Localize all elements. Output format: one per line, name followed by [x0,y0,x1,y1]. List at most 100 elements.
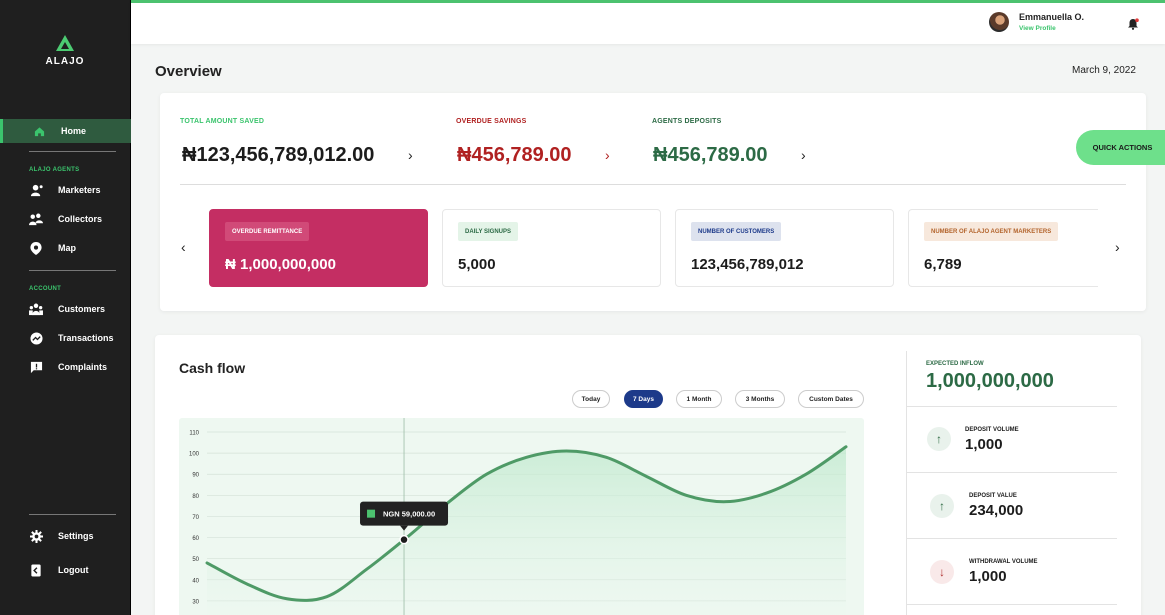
deposit-value-value: 234,000 [969,502,1024,519]
y-tick-label: 40 [192,578,199,584]
sidebar-item-home[interactable]: Home [0,119,131,143]
card-tag: NUMBER OF ALAJO AGENT MARKETERS [924,222,1059,241]
card-value: 5,000 [458,256,496,273]
home-icon [32,124,46,138]
card-daily-signups[interactable]: DAILY SIGNUPS 5,000 [442,209,661,287]
card-value: ₦ 1,000,000,000 [225,256,336,273]
deposit-value-label: DEPOSIT VALUE [969,493,1017,499]
kpi-label-agents-deposits: AGENTS DEPOSITS [652,118,722,125]
chevron-right-icon[interactable]: › [605,147,610,163]
range-custom-dates[interactable]: Custom Dates [798,390,864,408]
sidebar-item-label: Home [61,126,87,136]
sidebar-item-customers[interactable]: Customers [0,297,131,321]
kpi-value-total-saved: ₦123,456,789,012.00 [182,144,375,166]
chevron-right-icon[interactable]: › [408,147,413,163]
sidebar-item-label: Transactions [58,333,114,343]
sidebar-item-marketers[interactable]: Marketers [0,178,131,202]
quick-actions-button[interactable]: QUICK ACTIONS [1076,130,1165,165]
sidebar-item-label: Map [58,243,76,253]
user-name: Emmanuella O. [1019,12,1085,22]
divider [29,151,116,152]
highlight-point[interactable] [399,534,409,545]
divider [29,514,116,515]
cash-flow-chart-svg: 1101009080706050403020 NGN 59,000.00 [189,418,848,615]
kpi-value-agents-deposits: ₦456,789.00 [653,144,768,166]
divider [180,184,1126,185]
card-overdue-remittance[interactable]: OVERDUE REMITTANCE ₦ 1,000,000,000 [209,209,428,287]
arrow-up-icon: ↑ [927,427,951,451]
kpi-label-overdue-savings: OVERDUE SAVINGS [456,118,527,125]
sidebar-item-settings[interactable]: Settings [0,524,131,548]
divider [906,472,1117,473]
kpi-value-overdue-savings: ₦456,789.00 [457,144,572,166]
gear-icon [29,529,43,543]
range-7-days[interactable]: 7 Days [624,390,663,408]
y-tick-label: 100 [189,452,200,458]
message-alert-icon [29,360,43,374]
card-tag: NUMBER OF CUSTOMERS [691,222,782,241]
chevron-right-icon[interactable]: › [1115,239,1120,255]
top-bar: Emmanuella O. View Profile [131,0,1165,44]
sidebar: ALAJO Home ALAJO AGENTS Marketers Collec… [0,0,131,615]
deposit-volume-value: 1,000 [965,436,1003,453]
section-title-agents: ALAJO AGENTS [29,167,80,173]
sidebar-item-label: Customers [58,304,106,314]
withdrawal-volume-label: WITHDRAWAL VOLUME [969,559,1038,565]
leaf-drop-icon [56,35,74,51]
sidebar-item-label: Settings [58,531,94,541]
divider [906,604,1117,605]
kpi-label-total-saved: TOTAL AMOUNT SAVED [180,118,265,125]
card-value: 123,456,789,012 [691,256,804,273]
expected-inflow-value: 1,000,000,000 [926,370,1054,392]
chevron-left-icon[interactable]: ‹ [181,239,186,255]
card-tag: OVERDUE REMITTANCE [225,222,310,241]
sidebar-item-collectors[interactable]: Collectors [0,207,131,231]
cash-flow-chart: 1101009080706050403020 NGN 59,000.00 [179,418,864,615]
y-tick-label: 110 [189,431,199,437]
chevron-right-icon[interactable]: › [801,147,806,163]
expected-inflow-label: EXPECTED INFLOW [926,361,984,367]
y-tick-label: 70 [192,515,199,521]
divider [906,538,1117,539]
customers-icon [29,302,43,316]
group-icon [29,212,43,226]
card-alajo-agent-marketers[interactable]: NUMBER OF ALAJO AGENT MARKETERS 6,789 [908,209,1098,287]
arrow-up-icon: ↑ [930,494,954,518]
avatar[interactable] [989,12,1009,32]
bell-icon[interactable] [1127,17,1139,30]
user-icon [29,183,43,197]
range-today[interactable]: Today [572,390,610,408]
card-number-of-customers[interactable]: NUMBER OF CUSTOMERS 123,456,789,012 [675,209,894,287]
y-tick-label: 90 [192,473,199,479]
tooltip-value: NGN 59,000.00 [383,510,435,519]
y-tick-label: 30 [192,599,199,605]
sidebar-item-label: Complaints [58,362,108,372]
divider [906,351,907,615]
divider [906,406,1117,407]
cash-flow-area [207,446,846,615]
sidebar-item-label: Marketers [58,185,101,195]
sidebar-item-logout[interactable]: Logout [0,558,131,582]
logout-icon [29,563,43,577]
page-title: Overview [155,63,222,80]
divider [29,270,116,271]
sidebar-item-map[interactable]: Map [0,236,131,260]
arrow-down-icon: ↓ [930,560,954,584]
section-title-account: ACCOUNT [29,286,62,292]
y-tick-label: 60 [192,536,199,542]
sidebar-item-transactions[interactable]: Transactions [0,326,131,350]
cash-flow-card: Cash flow Today 7 Days 1 Month 3 Months … [155,335,1141,615]
card-tag: DAILY SIGNUPS [458,222,519,241]
deposit-volume-label: DEPOSIT VOLUME [965,427,1019,433]
view-profile-link[interactable]: View Profile [1019,25,1056,32]
card-value: 6,789 [924,256,962,273]
brand-name: ALAJO [45,56,85,67]
sidebar-item-label: Collectors [58,214,103,224]
y-tick-label: 80 [192,494,199,500]
sidebar-item-complaints[interactable]: Complaints [0,355,131,379]
sidebar-item-label: Logout [58,565,89,575]
range-3-months[interactable]: 3 Months [735,390,785,408]
trend-icon [29,331,43,345]
brand-logo[interactable]: ALAJO [44,34,86,67]
range-1-month[interactable]: 1 Month [676,390,722,408]
